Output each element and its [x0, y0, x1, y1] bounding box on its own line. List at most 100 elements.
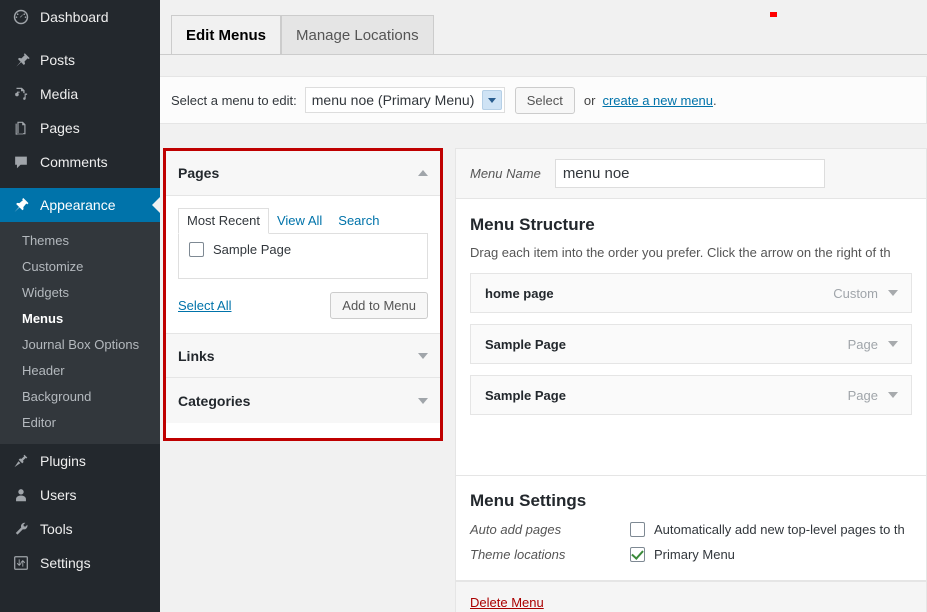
menu-structure-hint: Drag each item into the order you prefer… — [470, 245, 891, 260]
sidebar-item-dashboard[interactable]: Dashboard — [0, 0, 160, 34]
sidebar-subitem-journal-box-options[interactable]: Journal Box Options — [0, 332, 160, 358]
sidebar-item-label: Users — [40, 487, 77, 503]
sidebar-item-users[interactable]: Users — [0, 478, 160, 512]
chevron-up-icon[interactable] — [418, 170, 428, 176]
sidebar-item-settings[interactable]: Settings — [0, 546, 160, 580]
sidebar-subitem-themes[interactable]: Themes — [0, 228, 160, 254]
active-pointer — [152, 197, 160, 213]
tab-manage-locations[interactable]: Manage Locations — [281, 15, 434, 55]
menu-settings-section: Menu Settings Auto add pages Automatical… — [455, 476, 927, 581]
menu-structure-heading: Menu Structure — [470, 215, 595, 234]
menu-item-row[interactable]: Sample Page Page — [470, 375, 912, 415]
sidebar-item-label: Pages — [40, 120, 80, 136]
pages-icon — [11, 118, 31, 138]
menu-select-dropdown[interactable]: menu noe (Primary Menu) — [304, 87, 505, 113]
sidebar-item-tools[interactable]: Tools — [0, 512, 160, 546]
sidebar-item-comments[interactable]: Comments — [0, 145, 160, 179]
select-menu-label: Select a menu to edit: — [171, 92, 297, 108]
sidebar-subitem-editor[interactable]: Editor — [0, 410, 160, 436]
primary-menu-option-label: Primary Menu — [654, 547, 735, 562]
sidebar-item-media[interactable]: Media — [0, 77, 160, 111]
menu-name-bar: Menu Name — [455, 148, 927, 199]
pages-panel-body: Most Recent View All Search Sample Page … — [166, 196, 440, 333]
dashboard-icon — [11, 7, 31, 27]
select-all-link[interactable]: Select All — [178, 298, 231, 313]
menu-name-input[interactable] — [554, 159, 825, 188]
comments-icon — [11, 152, 31, 172]
chevron-down-icon[interactable] — [888, 392, 898, 398]
chevron-down-icon[interactable] — [888, 290, 898, 296]
sidebar-subitem-widgets[interactable]: Widgets — [0, 280, 160, 306]
chevron-down-icon[interactable] — [418, 397, 428, 404]
sidebar-item-posts[interactable]: Posts — [0, 43, 160, 77]
theme-locations-label: Theme locations — [470, 547, 566, 562]
sidebar-divider — [0, 34, 160, 43]
categories-panel-title: Categories — [178, 392, 251, 409]
admin-sidebar: Dashboard Posts Media Pages Comments App… — [0, 0, 160, 612]
plugin-icon — [11, 451, 31, 471]
menu-item-type: Page — [847, 387, 878, 403]
menu-item-title: Sample Page — [485, 387, 566, 403]
appearance-submenu: Themes Customize Widgets Menus Journal B… — [0, 222, 160, 444]
menu-name-label: Menu Name — [470, 166, 541, 181]
menu-editor-column: Menu Name Menu Structure Drag each item … — [455, 148, 927, 612]
tab-label: Edit Menus — [186, 27, 267, 44]
menu-structure-section: Menu Structure Drag each item into the o… — [455, 199, 927, 476]
theme-locations-value: Primary Menu — [630, 547, 735, 562]
auto-add-pages-row: Auto add pages Automatically add new top… — [470, 522, 912, 537]
sidebar-item-label: Tools — [40, 521, 73, 537]
list-item[interactable]: Sample Page — [189, 242, 417, 257]
auto-add-pages-label: Auto add pages — [470, 522, 562, 537]
page-checkbox[interactable] — [189, 242, 204, 257]
chevron-down-icon[interactable] — [481, 90, 502, 110]
pages-list: Sample Page — [178, 233, 428, 279]
sidebar-item-pages[interactable]: Pages — [0, 111, 160, 145]
links-panel-header[interactable]: Links — [166, 333, 440, 378]
pages-panel: Pages Most Recent View All Search Sample… — [166, 151, 440, 333]
chevron-down-icon[interactable] — [418, 352, 428, 359]
auto-add-pages-checkbox[interactable] — [630, 522, 645, 537]
theme-locations-row: Theme locations Primary Menu — [470, 547, 912, 562]
or-text: or — [583, 92, 596, 108]
categories-panel-header[interactable]: Categories — [166, 378, 440, 423]
menu-actions-bar: Delete Menu — [455, 581, 927, 612]
sidebar-item-plugins[interactable]: Plugins — [0, 444, 160, 478]
create-new-menu-link[interactable]: create a new menu — [602, 93, 713, 108]
sidebar-item-label: Appearance — [40, 197, 116, 213]
sidebar-subitem-menus[interactable]: Menus — [0, 306, 160, 332]
settings-icon — [11, 553, 31, 573]
sidebar-bottom-menu: Plugins Users Tools Settings — [0, 444, 160, 580]
tab-edit-menus[interactable]: Edit Menus — [171, 15, 282, 55]
sidebar-subitem-customize[interactable]: Customize — [0, 254, 160, 280]
menu-item-row[interactable]: Sample Page Page — [470, 324, 912, 364]
pages-panel-header[interactable]: Pages — [166, 151, 440, 196]
pages-tab-most-recent[interactable]: Most Recent — [178, 208, 269, 234]
menu-tabs: Edit Menus Manage Locations — [160, 0, 927, 55]
links-panel-title: Links — [178, 347, 215, 364]
sidebar-subitem-background[interactable]: Background — [0, 384, 160, 410]
pin-icon — [11, 50, 31, 70]
select-button[interactable]: Select — [514, 86, 575, 114]
menu-select-bar: Select a menu to edit: menu noe (Primary… — [160, 76, 927, 124]
user-icon — [11, 485, 31, 505]
sidebar-subitem-header[interactable]: Header — [0, 358, 160, 384]
sidebar-item-appearance[interactable]: Appearance — [0, 188, 160, 222]
sidebar-item-label: Posts — [40, 52, 76, 68]
menu-item-type: Custom — [833, 285, 878, 301]
wrench-icon — [11, 519, 31, 539]
pages-tab-search[interactable]: Search — [330, 209, 387, 233]
pages-panel-footer: Select All Add to Menu — [178, 292, 428, 319]
auto-add-pages-option-label: Automatically add new top-level pages to… — [654, 522, 905, 537]
chevron-down-icon[interactable] — [888, 341, 898, 347]
primary-menu-checkbox[interactable] — [630, 547, 645, 562]
tabs-underline — [160, 54, 927, 55]
pages-tab-view-all[interactable]: View All — [269, 209, 330, 233]
delete-menu-link[interactable]: Delete Menu — [470, 595, 544, 610]
add-to-menu-button[interactable]: Add to Menu — [330, 292, 428, 319]
menu-item-row[interactable]: home page Custom — [470, 273, 912, 313]
sidebar-item-label: Dashboard — [40, 9, 109, 25]
menu-item-type: Page — [847, 336, 878, 352]
trailing-period: . — [713, 92, 717, 108]
menu-item-title: home page — [485, 285, 554, 301]
sidebar-item-label: Plugins — [40, 453, 86, 469]
